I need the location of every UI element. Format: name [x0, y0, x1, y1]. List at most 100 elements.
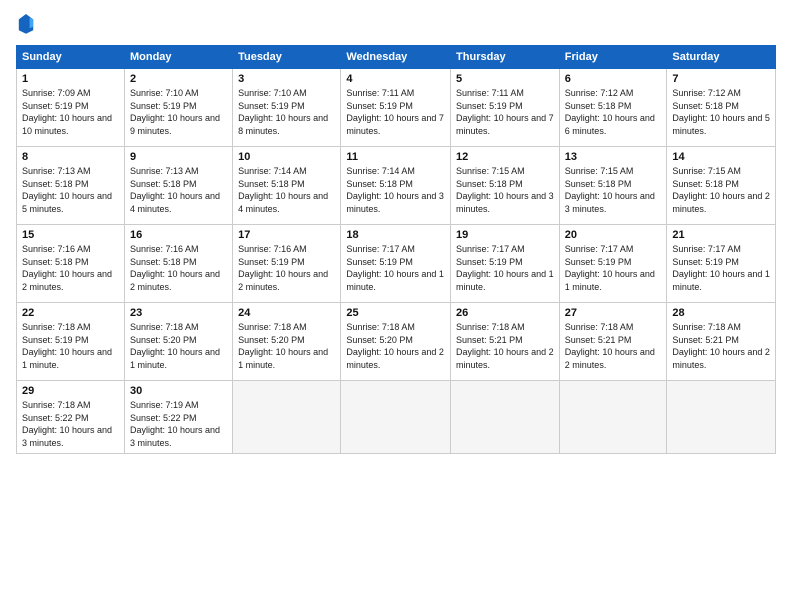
day-info: Sunrise: 7:18 AMSunset: 5:20 PMDaylight:…: [346, 321, 445, 371]
calendar-cell: 13 Sunrise: 7:15 AMSunset: 5:18 PMDayligh…: [559, 147, 667, 225]
column-header-thursday: Thursday: [451, 46, 560, 69]
day-number: 6: [565, 73, 662, 85]
day-number: 19: [456, 229, 554, 241]
calendar-cell: 16 Sunrise: 7:16 AMSunset: 5:18 PMDayligh…: [124, 225, 232, 303]
day-number: 29: [22, 385, 119, 397]
calendar-week-row: 29 Sunrise: 7:18 AMSunset: 5:22 PMDayligh…: [17, 381, 776, 454]
calendar-cell: 6Sunrise: 7:12 AMSunset: 5:18 PMDaylight…: [559, 69, 667, 147]
column-header-tuesday: Tuesday: [233, 46, 341, 69]
calendar-cell: 12Sunrise: 7:15 AMSunset: 5:18 PMDayligh…: [451, 147, 560, 225]
day-number: 17: [238, 229, 335, 241]
day-number: 15: [22, 229, 119, 241]
day-info: Sunrise: 7:18 AMSunset: 5:21 PMDaylight:…: [672, 321, 770, 371]
day-info: Sunrise: 7:13 AMSunset: 5:18 PMDaylight:…: [130, 165, 227, 215]
calendar-cell: 9 Sunrise: 7:13 AMSunset: 5:18 PMDaylight…: [124, 147, 232, 225]
calendar-cell: [341, 381, 451, 454]
day-info: Sunrise: 7:13 AMSunset: 5:18 PMDaylight:…: [22, 165, 119, 215]
day-number: 25: [346, 307, 445, 319]
calendar-cell: [451, 381, 560, 454]
page: SundayMondayTuesdayWednesdayThursdayFrid…: [0, 0, 792, 612]
day-number: 11: [346, 151, 445, 163]
column-header-friday: Friday: [559, 46, 667, 69]
day-info: Sunrise: 7:16 AMSunset: 5:18 PMDaylight:…: [22, 243, 119, 293]
day-info: Sunrise: 7:17 AMSunset: 5:19 PMDaylight:…: [346, 243, 445, 293]
calendar-cell: 1 Sunrise: 7:09 AMSunset: 5:19 PMDaylight…: [17, 69, 125, 147]
day-info: Sunrise: 7:18 AMSunset: 5:22 PMDaylight:…: [22, 399, 119, 449]
calendar-cell: 17Sunrise: 7:16 AMSunset: 5:19 PMDayligh…: [233, 225, 341, 303]
calendar-cell: 15 Sunrise: 7:16 AMSunset: 5:18 PMDayligh…: [17, 225, 125, 303]
calendar-week-row: 1 Sunrise: 7:09 AMSunset: 5:19 PMDaylight…: [17, 69, 776, 147]
column-header-wednesday: Wednesday: [341, 46, 451, 69]
calendar-cell: 22 Sunrise: 7:18 AMSunset: 5:19 PMDayligh…: [17, 303, 125, 381]
calendar-cell: 4Sunrise: 7:11 AMSunset: 5:19 PMDaylight…: [341, 69, 451, 147]
day-info: Sunrise: 7:09 AMSunset: 5:19 PMDaylight:…: [22, 87, 119, 137]
day-number: 27: [565, 307, 662, 319]
calendar-cell: 29 Sunrise: 7:18 AMSunset: 5:22 PMDayligh…: [17, 381, 125, 454]
day-number: 26: [456, 307, 554, 319]
column-header-monday: Monday: [124, 46, 232, 69]
day-info: Sunrise: 7:12 AMSunset: 5:18 PMDaylight:…: [672, 87, 770, 137]
calendar-cell: 11 Sunrise: 7:14 AMSunset: 5:18 PMDayligh…: [341, 147, 451, 225]
day-number: 24: [238, 307, 335, 319]
logo: [16, 12, 35, 39]
day-info: Sunrise: 7:10 AMSunset: 5:19 PMDaylight:…: [130, 87, 227, 137]
calendar-cell: 18 Sunrise: 7:17 AMSunset: 5:19 PMDayligh…: [341, 225, 451, 303]
column-header-saturday: Saturday: [667, 46, 776, 69]
day-number: 30: [130, 385, 227, 397]
day-number: 1: [22, 73, 119, 85]
calendar-cell: 20Sunrise: 7:17 AMSunset: 5:19 PMDayligh…: [559, 225, 667, 303]
calendar-cell: 2 Sunrise: 7:10 AMSunset: 5:19 PMDaylight…: [124, 69, 232, 147]
day-info: Sunrise: 7:11 AMSunset: 5:19 PMDaylight:…: [456, 87, 554, 137]
day-info: Sunrise: 7:14 AMSunset: 5:18 PMDaylight:…: [346, 165, 445, 215]
day-number: 2: [130, 73, 227, 85]
calendar-cell: 21 Sunrise: 7:17 AMSunset: 5:19 PMDayligh…: [667, 225, 776, 303]
day-info: Sunrise: 7:14 AMSunset: 5:18 PMDaylight:…: [238, 165, 335, 215]
day-number: 9: [130, 151, 227, 163]
day-number: 13: [565, 151, 662, 163]
calendar-cell: 28 Sunrise: 7:18 AMSunset: 5:21 PMDayligh…: [667, 303, 776, 381]
day-number: 20: [565, 229, 662, 241]
day-number: 28: [672, 307, 770, 319]
day-number: 3: [238, 73, 335, 85]
day-number: 5: [456, 73, 554, 85]
day-number: 14: [672, 151, 770, 163]
day-info: Sunrise: 7:18 AMSunset: 5:20 PMDaylight:…: [238, 321, 335, 371]
calendar-cell: 14 Sunrise: 7:15 AMSunset: 5:18 PMDayligh…: [667, 147, 776, 225]
calendar-cell: [667, 381, 776, 454]
day-info: Sunrise: 7:11 AMSunset: 5:19 PMDaylight:…: [346, 87, 445, 137]
calendar-cell: 19Sunrise: 7:17 AMSunset: 5:19 PMDayligh…: [451, 225, 560, 303]
day-number: 16: [130, 229, 227, 241]
day-info: Sunrise: 7:19 AMSunset: 5:22 PMDaylight:…: [130, 399, 227, 449]
day-info: Sunrise: 7:18 AMSunset: 5:19 PMDaylight:…: [22, 321, 119, 371]
day-info: Sunrise: 7:18 AMSunset: 5:21 PMDaylight:…: [565, 321, 662, 371]
header: [16, 12, 776, 39]
calendar-cell: 24 Sunrise: 7:18 AMSunset: 5:20 PMDayligh…: [233, 303, 341, 381]
calendar-table: SundayMondayTuesdayWednesdayThursdayFrid…: [16, 45, 776, 454]
calendar-cell: 27 Sunrise: 7:18 AMSunset: 5:21 PMDayligh…: [559, 303, 667, 381]
calendar-week-row: 8Sunrise: 7:13 AMSunset: 5:18 PMDaylight…: [17, 147, 776, 225]
calendar-cell: 23Sunrise: 7:18 AMSunset: 5:20 PMDayligh…: [124, 303, 232, 381]
day-number: 22: [22, 307, 119, 319]
day-info: Sunrise: 7:10 AMSunset: 5:19 PMDaylight:…: [238, 87, 335, 137]
calendar-cell: [559, 381, 667, 454]
day-info: Sunrise: 7:18 AMSunset: 5:21 PMDaylight:…: [456, 321, 554, 371]
calendar-week-row: 22 Sunrise: 7:18 AMSunset: 5:19 PMDayligh…: [17, 303, 776, 381]
day-number: 23: [130, 307, 227, 319]
day-info: Sunrise: 7:15 AMSunset: 5:18 PMDaylight:…: [565, 165, 662, 215]
calendar-cell: 10Sunrise: 7:14 AMSunset: 5:18 PMDayligh…: [233, 147, 341, 225]
day-number: 7: [672, 73, 770, 85]
calendar-cell: 26 Sunrise: 7:18 AMSunset: 5:21 PMDayligh…: [451, 303, 560, 381]
day-info: Sunrise: 7:17 AMSunset: 5:19 PMDaylight:…: [672, 243, 770, 293]
day-info: Sunrise: 7:15 AMSunset: 5:18 PMDaylight:…: [456, 165, 554, 215]
calendar-cell: 3 Sunrise: 7:10 AMSunset: 5:19 PMDaylight…: [233, 69, 341, 147]
calendar-cell: 30 Sunrise: 7:19 AMSunset: 5:22 PMDayligh…: [124, 381, 232, 454]
calendar-cell: 5 Sunrise: 7:11 AMSunset: 5:19 PMDaylight…: [451, 69, 560, 147]
calendar-week-row: 15 Sunrise: 7:16 AMSunset: 5:18 PMDayligh…: [17, 225, 776, 303]
column-header-sunday: Sunday: [17, 46, 125, 69]
calendar-header-row: SundayMondayTuesdayWednesdayThursdayFrid…: [17, 46, 776, 69]
day-number: 18: [346, 229, 445, 241]
day-info: Sunrise: 7:15 AMSunset: 5:18 PMDaylight:…: [672, 165, 770, 215]
day-number: 21: [672, 229, 770, 241]
calendar-cell: 25 Sunrise: 7:18 AMSunset: 5:20 PMDayligh…: [341, 303, 451, 381]
day-info: Sunrise: 7:16 AMSunset: 5:18 PMDaylight:…: [130, 243, 227, 293]
